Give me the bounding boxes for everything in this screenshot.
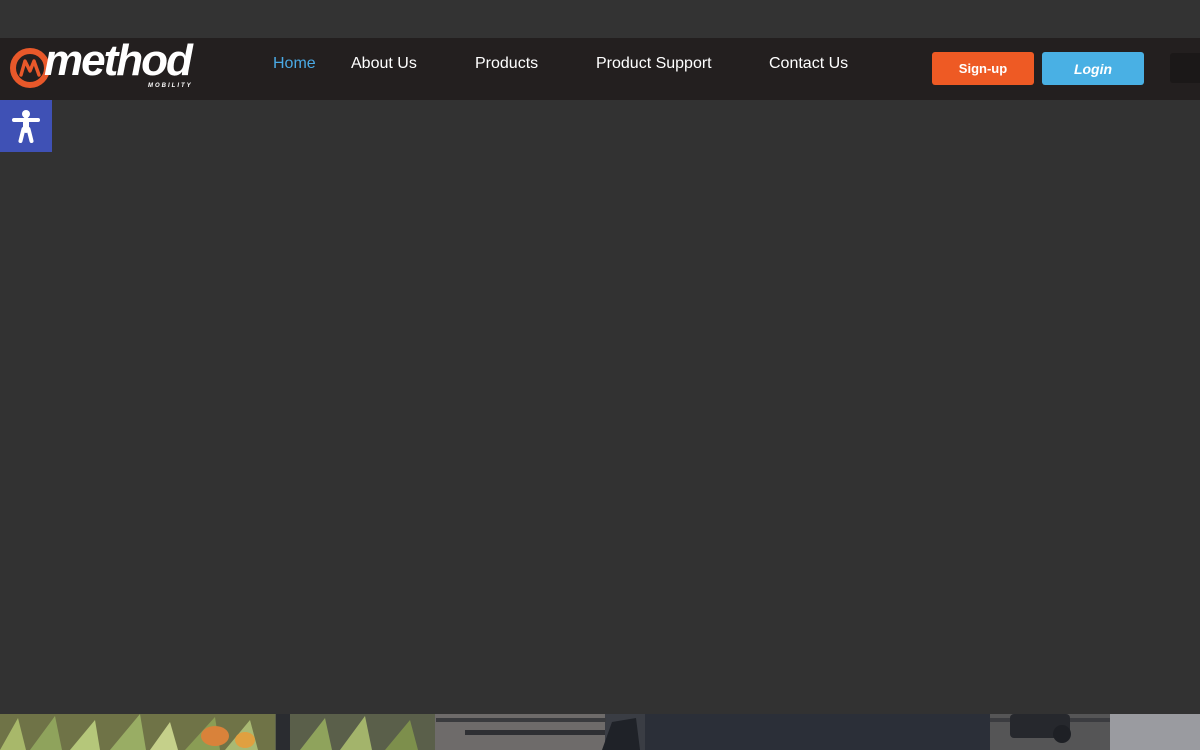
nav-home[interactable]: Home [273,55,316,73]
page: method MOBILITY Home About Us Products P… [0,0,1200,750]
accessibility-person-icon [12,110,40,143]
nav-about-us[interactable]: About Us [351,55,417,73]
menu-edge-button[interactable] [1170,53,1200,83]
login-button[interactable]: Login [1042,52,1144,85]
logo-subtext: MOBILITY [148,83,193,89]
top-strip [0,0,1200,38]
signup-button[interactable]: Sign-up [932,52,1034,85]
nav-contact-us[interactable]: Contact Us [769,55,848,73]
site-header: method MOBILITY Home About Us Products P… [0,38,1200,100]
nav-product-support[interactable]: Product Support [596,55,712,73]
hero-photo [0,714,1200,750]
brand-logo[interactable]: method MOBILITY [8,39,198,92]
hero-photo-image [0,714,1200,750]
nav-products[interactable]: Products [475,55,538,73]
logo-wordmark: method [44,36,193,85]
accessibility-toolbar-button[interactable] [0,100,52,152]
